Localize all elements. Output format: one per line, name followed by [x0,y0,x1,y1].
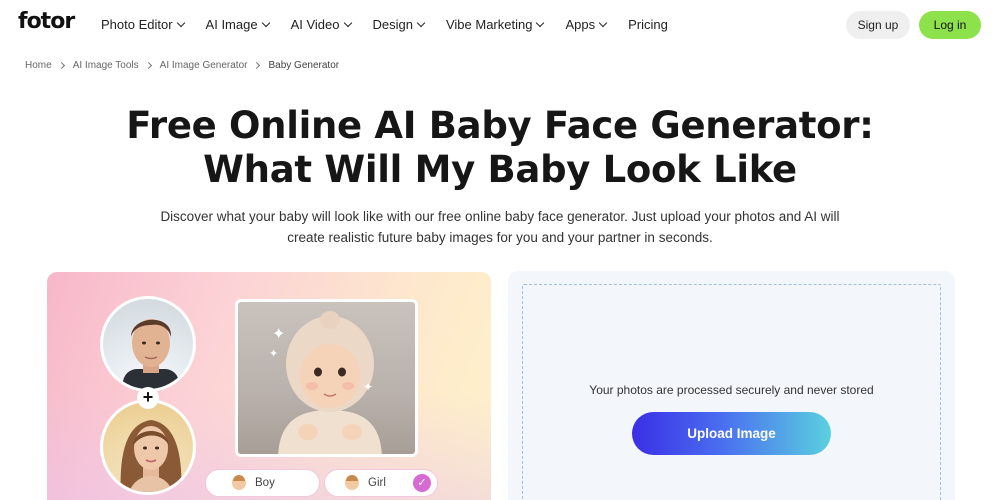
site-header: fotor Photo Editor AI Image AI Video Des… [0,0,1000,50]
mother-photo [100,399,196,495]
nav-ai-image[interactable]: AI Image [205,17,270,32]
breadcrumb-baby-generator: Baby Generator [268,60,340,71]
female-portrait-icon [120,420,182,492]
plus-icon: + [137,387,159,409]
boy-face-icon [232,475,246,490]
chevron-down-icon [176,18,185,27]
chevron-down-icon [598,18,608,27]
breadcrumb-home[interactable]: Home [25,60,52,71]
nav-apps[interactable]: Apps [565,17,608,32]
nav-label: Pricing [628,17,668,32]
baby-result-photo [235,299,418,457]
nav-photo-editor[interactable]: Photo Editor [101,17,185,32]
gender-boy-option[interactable]: Boy [205,469,320,497]
chevron-down-icon [416,18,426,27]
nav-label: Apps [565,17,596,32]
gender-girl-option[interactable]: Girl ✓ [324,469,438,497]
nav-design[interactable]: Design [372,17,426,32]
gender-label: Girl [368,477,386,489]
page-subtitle: Discover what your baby will look like w… [160,209,840,245]
chevron-down-icon [536,18,545,27]
nav-ai-video[interactable]: AI Video [290,17,352,32]
chevron-right-icon [144,61,152,70]
login-button[interactable]: Log in [919,11,981,39]
checkmark-icon: ✓ [413,474,431,492]
gender-label: Boy [255,477,275,489]
nav-pricing[interactable]: Pricing [628,17,668,32]
chevron-right-icon [253,61,261,70]
fotor-logo[interactable]: fotor [18,9,75,34]
nav-vibe-marketing[interactable]: Vibe Marketing [445,17,545,32]
baby-portrait-icon [278,311,382,454]
sparkle-icon: ✦ [272,326,286,343]
main-nav: Photo Editor AI Image AI Video Design Vi… [101,17,690,32]
father-photo [100,296,196,392]
sparkle-icon: ✦ [269,348,279,360]
nav-label: Vibe Marketing [445,17,533,32]
title-line-2: What Will My Baby Look Like [203,148,797,191]
title-line-1: Free Online AI Baby Face Generator: [126,104,874,147]
breadcrumb-ai-image-generator[interactable]: AI Image Generator [160,60,248,71]
nav-label: Design [372,17,413,32]
chevron-down-icon [261,18,270,27]
nav-label: AI Video [290,17,340,32]
girl-face-icon [345,475,359,490]
chevron-right-icon [57,61,65,70]
page-title: Free Online AI Baby Face Generator: What… [0,104,1000,192]
nav-label: Photo Editor [101,17,173,32]
male-portrait-icon [123,319,179,389]
breadcrumb: Home AI Image Tools AI Image Generator B… [25,60,339,71]
chevron-down-icon [343,18,352,27]
sparkle-icon: ✦ [363,380,374,394]
demo-panel: + ✦ ✦ ✦ Boy Girl ✓ [47,272,491,500]
breadcrumb-ai-image-tools[interactable]: AI Image Tools [73,60,139,71]
upload-image-button[interactable]: Upload Image [632,412,831,455]
nav-label: AI Image [205,17,258,32]
privacy-note: Your photos are processed securely and n… [589,383,874,397]
signup-button[interactable]: Sign up [846,11,910,39]
